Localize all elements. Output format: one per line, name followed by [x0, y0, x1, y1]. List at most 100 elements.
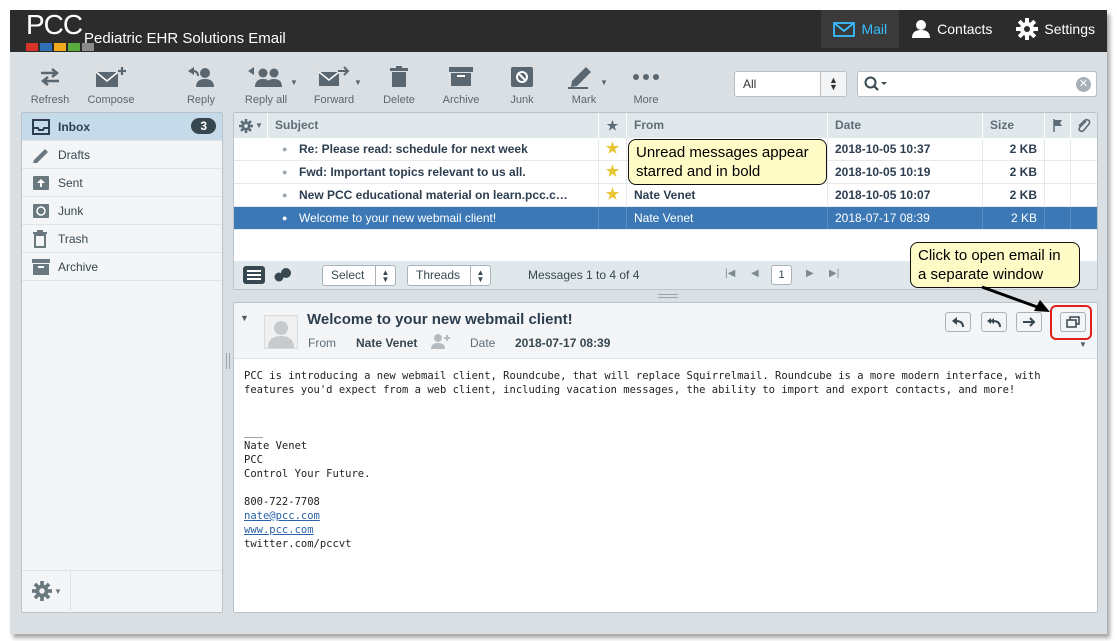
preview-header: ▼ Welcome to your new webmail client! Fr…	[234, 303, 1097, 359]
search-icon[interactable]	[864, 76, 890, 92]
column-attachment[interactable]	[1071, 113, 1097, 138]
message-size: 2 KB	[983, 161, 1045, 183]
message-date: 2018-07-17 08:39	[828, 207, 983, 229]
reply-all-icon	[248, 67, 282, 87]
mark-button[interactable]: Mark ▼	[554, 60, 614, 106]
nav-mail[interactable]: Mail	[821, 10, 900, 48]
signature-name: Nate Venet	[244, 440, 308, 452]
vertical-splitter[interactable]	[226, 353, 230, 369]
message-size: 2 KB	[983, 207, 1045, 229]
signature-website-link[interactable]: www.pcc.com	[244, 524, 314, 536]
message-row-3[interactable]: ● New PCC educational material on learn.…	[234, 184, 1097, 207]
folder-archive[interactable]: Archive	[22, 253, 222, 281]
message-date: 2018-10-05 10:07	[828, 184, 983, 206]
trash-icon	[33, 229, 47, 248]
previous-page-icon[interactable]: ◀	[751, 268, 759, 279]
sender-name[interactable]: Nate Venet	[356, 336, 417, 350]
preview-reply-button[interactable]	[945, 312, 971, 332]
filter-select-value: All	[743, 77, 757, 91]
forward-dropdown-icon[interactable]: ▼	[354, 78, 362, 87]
refresh-icon	[40, 68, 60, 86]
nav-settings[interactable]: Settings	[1004, 10, 1107, 48]
list-view-icon[interactable]	[243, 266, 265, 284]
threads-dropdown[interactable]: Threads ▲ ▼	[407, 265, 491, 286]
clear-search-icon[interactable]: ✕	[1076, 77, 1091, 92]
next-page-icon[interactable]: ▶	[806, 268, 814, 279]
preview-reply-all-button[interactable]	[981, 312, 1007, 332]
archive-button[interactable]: Archive	[431, 60, 491, 106]
list-header: ▼ Subject ★ From Date Size	[234, 113, 1097, 138]
reply-all-dropdown-icon[interactable]: ▼	[290, 78, 298, 87]
reply-icon	[188, 67, 214, 87]
select-dropdown[interactable]: Select ▲ ▼	[322, 265, 396, 286]
forward-button[interactable]: Forward ▼	[304, 60, 364, 106]
select-arrows-icon: ▲ ▼	[820, 72, 846, 96]
folder-trash-label: Trash	[58, 231, 89, 246]
folder-inbox-label: Inbox	[58, 119, 90, 134]
star-cell[interactable]	[599, 207, 627, 229]
message-row-4[interactable]: ● Welcome to your new webmail client! Na…	[234, 207, 1097, 230]
column-date[interactable]: Date	[828, 113, 983, 138]
page-number[interactable]: 1	[771, 265, 792, 285]
message-flag-cell[interactable]	[1045, 184, 1071, 206]
message-flag-cell[interactable]	[1045, 161, 1071, 183]
column-from[interactable]: From	[627, 113, 828, 138]
nav-contacts-label: Contacts	[937, 21, 993, 37]
headers-toggle-icon[interactable]: ▼	[1079, 340, 1087, 349]
delete-icon	[390, 66, 408, 87]
column-flag-star-icon[interactable]: ★	[599, 113, 627, 138]
sent-icon	[33, 175, 49, 190]
refresh-button[interactable]: Refresh	[20, 60, 80, 106]
more-button[interactable]: More	[616, 60, 676, 106]
horizontal-splitter[interactable]	[658, 294, 678, 298]
first-page-icon[interactable]: |◀	[725, 268, 735, 279]
preview-forward-button[interactable]	[1016, 312, 1042, 332]
star-icon[interactable]: ★	[599, 184, 627, 206]
star-icon[interactable]: ★	[599, 138, 627, 160]
delete-button[interactable]: Delete	[369, 60, 429, 106]
envelope-icon	[833, 21, 856, 37]
refresh-label: Refresh	[30, 94, 70, 106]
threads-toggle-icon[interactable]	[274, 268, 292, 282]
signature-phone: 800-722-7708	[244, 496, 320, 508]
add-contact-icon[interactable]	[431, 333, 451, 349]
folder-drafts[interactable]: Drafts	[22, 141, 222, 169]
select-dropdown-label: Select	[331, 268, 365, 282]
reply-icon	[952, 317, 964, 328]
message-body: PCC is introducing a new webmail client,…	[244, 369, 1089, 551]
nav-contacts[interactable]: Contacts	[899, 10, 1004, 48]
folder-trash[interactable]: Trash	[22, 225, 222, 253]
signature-email-link[interactable]: nate@pcc.com	[244, 510, 320, 522]
callout-arrow-icon	[981, 285, 1050, 312]
folder-sent[interactable]: Sent	[22, 169, 222, 197]
forward-label: Forward	[313, 94, 355, 106]
message-subject: Fwd: Important topics relevant to us all…	[268, 161, 599, 183]
signature-org: PCC	[244, 454, 263, 466]
column-flag[interactable]	[1045, 113, 1071, 138]
mark-dropdown-icon[interactable]: ▼	[600, 78, 608, 87]
column-subject[interactable]: Subject	[268, 113, 599, 138]
pcc-logo: PCC	[26, 10, 83, 40]
junk-button[interactable]: Junk	[492, 60, 552, 106]
star-icon[interactable]: ★	[599, 161, 627, 183]
nav-settings-label: Settings	[1044, 21, 1095, 37]
chevron-down-icon: ▼	[255, 121, 263, 130]
folder-junk-label: Junk	[58, 203, 84, 218]
column-size[interactable]: Size	[983, 113, 1045, 138]
junk-label: Junk	[510, 94, 534, 106]
filter-select[interactable]: All ▲ ▼	[734, 71, 847, 97]
folder-settings-button[interactable]: ▼	[32, 581, 62, 601]
reply-all-button[interactable]: Reply all ▼	[236, 60, 298, 106]
folder-junk[interactable]: Junk	[22, 197, 222, 225]
list-options-button[interactable]: ▼	[234, 113, 268, 138]
last-page-icon[interactable]: ▶|	[829, 268, 839, 279]
pencil-icon	[33, 148, 48, 163]
reply-button[interactable]: Reply	[171, 60, 231, 106]
message-flag-cell[interactable]	[1045, 207, 1071, 229]
search-input[interactable]: ✕	[857, 71, 1097, 97]
highlight-ring	[1050, 305, 1092, 340]
collapse-header-icon[interactable]: ▼	[240, 313, 249, 323]
message-flag-cell[interactable]	[1045, 138, 1071, 160]
compose-button[interactable]: Compose	[81, 60, 141, 106]
folder-inbox[interactable]: Inbox 3	[22, 113, 222, 141]
